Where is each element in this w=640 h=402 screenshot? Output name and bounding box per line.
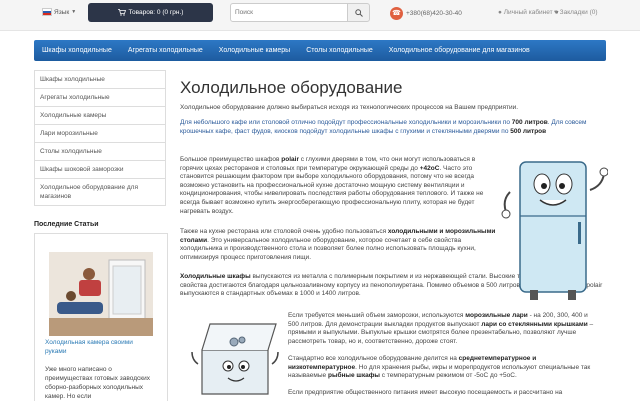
user-icon: ● bbox=[498, 9, 502, 16]
account-label: Личный кабинет bbox=[503, 9, 553, 16]
nav-item-units[interactable]: Агрегаты холодильные bbox=[120, 47, 211, 54]
nav-item-fridge-cabinets[interactable]: Шкафы холодильные bbox=[34, 47, 120, 54]
paragraph-polair: Большое преимущество шкафов polair с глу… bbox=[180, 156, 484, 215]
phone-contact[interactable]: ☎ +380(68)420-30-40 bbox=[390, 7, 462, 20]
article-card: Холодильная камера своими руками Уже мно… bbox=[34, 233, 168, 401]
cart-icon bbox=[117, 9, 126, 16]
paragraph-intro: Холодильное оборудование должно выбирать… bbox=[180, 104, 519, 111]
heart-icon: ♥ bbox=[554, 9, 558, 16]
nav-item-cold-rooms[interactable]: Холодильные камеры bbox=[211, 47, 298, 54]
page-title: Холодильное оборудование bbox=[180, 78, 403, 97]
main-nav: Шкафы холодильные Агрегаты холодильные Х… bbox=[34, 40, 606, 61]
paragraph-cafe: Для небольшого кафе или столовой отлично… bbox=[180, 119, 587, 135]
nav-item-tables[interactable]: Столы холодильные bbox=[298, 47, 381, 54]
sidebar-item-units[interactable]: Агрегаты холодильные bbox=[34, 89, 166, 107]
sidebar-item-shop-equipment[interactable]: Холодильное оборудование для магазинов bbox=[34, 179, 166, 206]
phone-number: +380(68)420-30-40 bbox=[406, 10, 462, 17]
nav-item-shop-equipment[interactable]: Холодильное оборудование для магазинов bbox=[381, 47, 538, 54]
search-box bbox=[230, 3, 370, 22]
language-selector[interactable]: Язык ▼ bbox=[42, 8, 76, 16]
sidebar-item-tables[interactable]: Столы холодильные bbox=[34, 143, 166, 161]
chevron-down-icon: ▼ bbox=[71, 9, 77, 15]
bookmarks-link[interactable]: ♥ Закладки (0) bbox=[554, 9, 598, 16]
article-excerpt: Уже много написано о преимуществах готов… bbox=[45, 366, 150, 400]
paragraph-tables: Также на кухне ресторана или столовой оч… bbox=[180, 228, 496, 261]
top-bar: Язык ▼ Товаров: 0 (0 грн.) ☎ +380(68)420… bbox=[0, 0, 640, 31]
paragraph-catering: Если предприятие общественного питания и… bbox=[288, 389, 563, 396]
search-button[interactable] bbox=[347, 3, 370, 22]
sidebar-item-fridge-cabinets[interactable]: Шкафы холодильные bbox=[34, 70, 166, 89]
articles-heading: Последние Статьи bbox=[34, 221, 99, 228]
flag-icon bbox=[42, 8, 52, 16]
freezer-illustration bbox=[190, 314, 280, 400]
sidebar-item-shock-freezers[interactable]: Шкафы шоковой заморозки bbox=[34, 161, 166, 179]
article-image[interactable] bbox=[49, 252, 153, 336]
language-label: Язык bbox=[54, 8, 70, 16]
cart-button[interactable]: Товаров: 0 (0 грн.) bbox=[88, 3, 213, 22]
sidebar-menu: Шкафы холодильные Агрегаты холодильные Х… bbox=[34, 70, 166, 206]
bookmarks-label: Закладки (0) bbox=[559, 9, 598, 16]
sidebar-item-freezers[interactable]: Лари морозильные bbox=[34, 125, 166, 143]
account-link[interactable]: ● Личный кабинет ▼ bbox=[498, 9, 559, 16]
cart-label: Товаров: 0 (0 грн.) bbox=[128, 9, 184, 16]
sidebar-item-cold-rooms[interactable]: Холодильные камеры bbox=[34, 107, 166, 125]
article-title-link[interactable]: Холодильная камера своими руками bbox=[45, 338, 155, 356]
paragraph-temperature: Стандартно все холодильное оборудование … bbox=[288, 355, 591, 380]
paragraph-freezers: Если требуется меньший объем заморозки, … bbox=[288, 312, 594, 345]
search-icon bbox=[354, 8, 363, 17]
phone-icon: ☎ bbox=[390, 7, 403, 20]
search-input[interactable] bbox=[230, 3, 348, 22]
fridge-illustration bbox=[500, 152, 609, 302]
